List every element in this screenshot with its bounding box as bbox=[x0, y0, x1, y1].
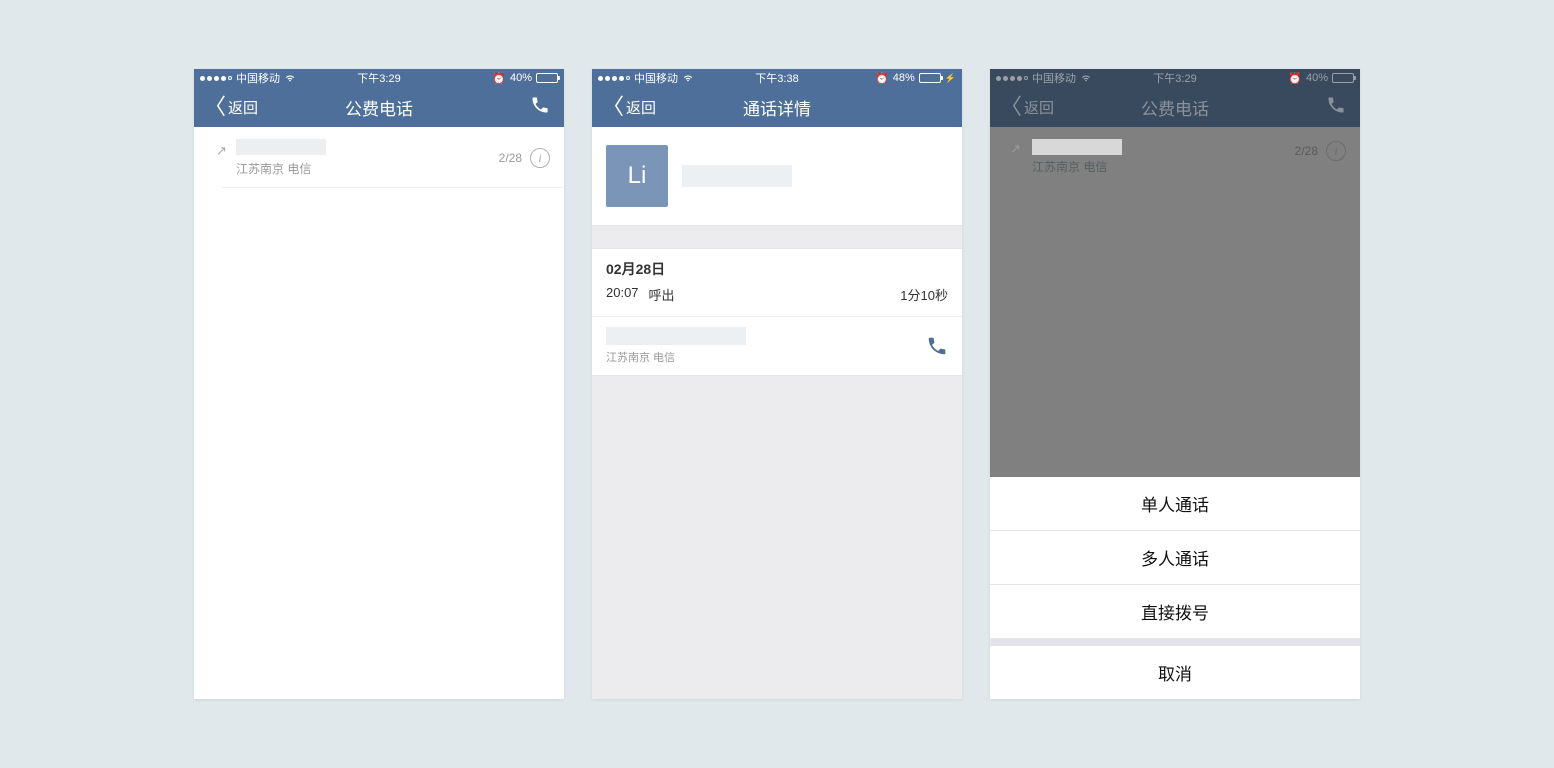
battery-icon bbox=[1332, 73, 1354, 83]
call-row: ↗ 江苏南京 电信 2/28 i bbox=[990, 127, 1360, 185]
phone-icon bbox=[1326, 95, 1346, 115]
back-button[interactable]: 〈 返回 bbox=[1000, 96, 1054, 118]
sheet-cancel-button[interactable]: 取消 bbox=[990, 646, 1360, 699]
carrier-label: 中国移动 bbox=[236, 70, 280, 86]
status-time: 下午3:38 bbox=[755, 70, 798, 86]
screen-public-phone: 中国移动 下午3:29 ⏰ 40% 〈 返回 公费电话 ↗ 江苏南京 电信 2/… bbox=[194, 69, 564, 699]
call-date: 2/28 bbox=[1295, 144, 1318, 158]
battery-icon bbox=[536, 73, 558, 83]
phone-number-redacted bbox=[606, 327, 746, 345]
screen-call-detail: 中国移动 下午3:38 ⏰ 48% ⚡ 〈 返回 通话详情 Li 02月28日 … bbox=[592, 69, 962, 699]
page-title: 公费电话 bbox=[345, 95, 413, 120]
carrier-label: 中国移动 bbox=[1032, 70, 1076, 86]
call-detail-section: 02月28日 20:07 呼出 1分10秒 江苏南京 电信 bbox=[592, 248, 962, 376]
signal-icon bbox=[598, 76, 630, 81]
status-time: 下午3:29 bbox=[1153, 70, 1196, 86]
contact-name-redacted bbox=[236, 139, 326, 155]
back-button[interactable]: 〈 返回 bbox=[204, 96, 258, 118]
wifi-icon bbox=[1080, 73, 1092, 83]
carrier-label: 中国移动 bbox=[634, 70, 678, 86]
signal-icon bbox=[996, 76, 1028, 81]
battery-icon bbox=[919, 73, 941, 83]
contact-header[interactable]: Li bbox=[592, 127, 962, 226]
chevron-left-icon: 〈 bbox=[1000, 96, 1022, 118]
phone-icon bbox=[530, 95, 550, 115]
charging-icon: ⚡ bbox=[945, 73, 956, 84]
call-row[interactable]: ↗ 江苏南京 电信 2/28 i bbox=[222, 127, 564, 188]
detail-time: 20:07 bbox=[606, 285, 639, 304]
contact-name-redacted bbox=[1032, 139, 1122, 155]
status-bar: 中国移动 下午3:29 ⏰ 40% bbox=[194, 69, 564, 87]
action-sheet: 单人通话 多人通话 直接拨号 取消 bbox=[990, 477, 1360, 699]
nav-bar: 〈 返回 公费电话 bbox=[194, 87, 564, 127]
outgoing-icon: ↗ bbox=[1010, 141, 1021, 157]
phone-icon[interactable] bbox=[926, 335, 948, 357]
nav-bar: 〈 返回 公费电话 bbox=[990, 87, 1360, 127]
contact-name-redacted bbox=[682, 165, 792, 187]
call-button[interactable] bbox=[1326, 95, 1346, 120]
detail-row: 20:07 呼出 1分10秒 bbox=[592, 283, 962, 316]
info-button[interactable]: i bbox=[530, 148, 550, 168]
chevron-left-icon: 〈 bbox=[602, 96, 624, 118]
detail-content: Li 02月28日 20:07 呼出 1分10秒 江苏南京 电信 bbox=[592, 127, 962, 699]
call-location: 江苏南京 电信 bbox=[236, 160, 499, 177]
back-label: 返回 bbox=[626, 97, 656, 118]
alarm-icon: ⏰ bbox=[492, 72, 506, 85]
avatar: Li bbox=[606, 145, 668, 207]
battery-percent: 40% bbox=[1306, 72, 1328, 84]
nav-bar: 〈 返回 通话详情 bbox=[592, 87, 962, 127]
chevron-left-icon: 〈 bbox=[204, 96, 226, 118]
battery-percent: 48% bbox=[893, 72, 915, 84]
sheet-option-multi-call[interactable]: 多人通话 bbox=[990, 531, 1360, 585]
signal-icon bbox=[200, 76, 232, 81]
detail-direction: 呼出 bbox=[649, 285, 675, 304]
sheet-option-single-call[interactable]: 单人通话 bbox=[990, 477, 1360, 531]
call-date: 2/28 bbox=[499, 151, 522, 165]
page-title: 通话详情 bbox=[743, 95, 811, 120]
dimmed-content: ↗ 江苏南京 电信 2/28 i 单人通话 多人通话 直接拨号 取消 bbox=[990, 127, 1360, 699]
detail-duration: 1分10秒 bbox=[900, 285, 948, 304]
status-time: 下午3:29 bbox=[357, 70, 400, 86]
outgoing-icon: ↗ bbox=[216, 143, 227, 159]
wifi-icon bbox=[284, 73, 296, 83]
screen-action-sheet: 中国移动 下午3:29 ⏰ 40% 〈 返回 公费电话 ↗ 江苏南京 电信 2/… bbox=[990, 69, 1360, 699]
back-label: 返回 bbox=[228, 97, 258, 118]
page-title: 公费电话 bbox=[1141, 95, 1209, 120]
phone-location: 江苏南京 电信 bbox=[606, 349, 746, 365]
call-list: ↗ 江苏南京 电信 2/28 i bbox=[194, 127, 564, 699]
call-button[interactable] bbox=[530, 95, 550, 120]
battery-percent: 40% bbox=[510, 72, 532, 84]
back-label: 返回 bbox=[1024, 97, 1054, 118]
detail-date: 02月28日 bbox=[592, 249, 962, 283]
alarm-icon: ⏰ bbox=[1288, 72, 1302, 85]
phone-number-row[interactable]: 江苏南京 电信 bbox=[592, 316, 962, 375]
sheet-option-direct-dial[interactable]: 直接拨号 bbox=[990, 585, 1360, 639]
back-button[interactable]: 〈 返回 bbox=[602, 96, 656, 118]
status-bar: 中国移动 下午3:38 ⏰ 48% ⚡ bbox=[592, 69, 962, 87]
status-bar: 中国移动 下午3:29 ⏰ 40% bbox=[990, 69, 1360, 87]
wifi-icon bbox=[682, 73, 694, 83]
info-button: i bbox=[1326, 141, 1346, 161]
alarm-icon: ⏰ bbox=[875, 72, 889, 85]
